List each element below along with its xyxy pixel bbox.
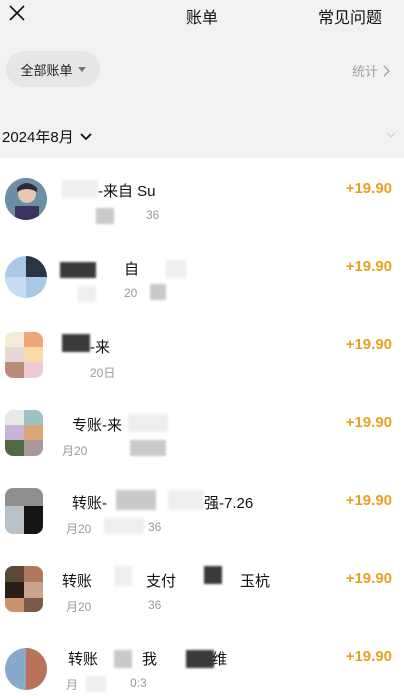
redacted-block xyxy=(114,650,132,668)
redacted-block xyxy=(116,490,156,510)
top-bar: 账单 常见问题 xyxy=(0,0,404,30)
redacted-block xyxy=(128,414,168,432)
redacted-block xyxy=(186,650,214,668)
transaction-title-mid: 支付 xyxy=(146,573,177,590)
redacted-block xyxy=(104,518,144,534)
transaction-amount: +19.90 xyxy=(345,648,392,665)
avatar xyxy=(5,648,47,690)
bill-filter-dropdown[interactable]: 全部账单 xyxy=(6,51,100,87)
transaction-row[interactable]: -来 20日 +19.90 xyxy=(0,314,404,392)
transaction-amount: +19.90 xyxy=(345,336,392,353)
transaction-row[interactable]: 转账 支付 玉杭 月20 36 +19.90 xyxy=(0,548,404,626)
redacted-block xyxy=(62,180,98,198)
transaction-time: 20日 xyxy=(90,366,116,380)
redacted-block xyxy=(150,284,166,300)
avatar xyxy=(5,332,43,378)
avatar xyxy=(5,178,47,220)
transaction-title: 自 xyxy=(124,261,140,278)
transaction-title: -来 xyxy=(90,339,110,356)
redacted-block xyxy=(166,260,186,278)
redacted-block xyxy=(130,440,166,456)
redacted-block xyxy=(204,566,222,584)
transaction-title: 转账- xyxy=(72,495,107,512)
transaction-amount: +19.90 xyxy=(345,492,392,509)
transaction-row[interactable]: 专账-来 月20 +19.90 xyxy=(0,392,404,470)
transaction-title-mid: 我 xyxy=(142,651,158,668)
transaction-row[interactable]: 转账- 强-7.26 月20 36 +19.90 xyxy=(0,470,404,548)
redacted-block xyxy=(96,208,114,224)
stats-label: 统计 xyxy=(351,64,378,79)
caret-down-icon xyxy=(77,66,86,72)
transaction-time-tail: 0:3 xyxy=(130,676,147,690)
transaction-time: 月20 xyxy=(66,600,92,614)
redacted-block xyxy=(86,676,106,692)
bill-filter-label: 全部账单 xyxy=(20,62,73,78)
transaction-amount: +19.90 xyxy=(345,258,392,275)
transaction-row[interactable]: 自 20 +19.90 xyxy=(0,236,404,314)
redacted-block xyxy=(114,566,132,586)
transaction-title-tail: 维 xyxy=(212,651,228,668)
month-section-header: 2024年8月 xyxy=(0,106,404,158)
transaction-title-tail: 玉杭 xyxy=(240,573,271,590)
transaction-title: 转账 xyxy=(62,573,93,590)
month-selector[interactable]: 2024年8月 xyxy=(2,126,92,147)
month-label: 2024年8月 xyxy=(2,129,74,146)
transaction-time: 月20 xyxy=(66,522,92,536)
faq-link[interactable]: 常见问题 xyxy=(318,4,382,28)
transaction-title: 转账 xyxy=(68,651,99,668)
transaction-time: 20 xyxy=(124,286,138,300)
transaction-time: 月 xyxy=(66,678,79,692)
transaction-amount: +19.90 xyxy=(345,414,392,431)
chevron-down-icon xyxy=(386,132,396,138)
transaction-title: -来自 Su xyxy=(98,183,156,200)
transaction-time-tail: 36 xyxy=(148,598,162,612)
avatar xyxy=(5,410,43,456)
chevron-right-icon xyxy=(383,65,390,76)
avatar xyxy=(5,256,47,298)
redacted-block xyxy=(78,286,96,302)
transaction-amount: +19.90 xyxy=(345,180,392,197)
redacted-block xyxy=(168,490,204,510)
chevron-down-icon xyxy=(80,132,92,140)
redacted-block xyxy=(60,262,96,278)
transaction-title: 专账-来 xyxy=(72,417,122,434)
transaction-row[interactable]: -来自 Su 36 +19.90 xyxy=(0,158,404,236)
avatar xyxy=(5,488,43,534)
transaction-time: 月20 xyxy=(62,444,88,458)
filter-bar: 全部账单 统计 xyxy=(0,30,404,106)
stats-link[interactable]: 统计 xyxy=(352,61,390,80)
avatar xyxy=(5,566,43,612)
transaction-time-tail: 36 xyxy=(148,520,162,534)
transaction-time: 36 xyxy=(146,208,160,222)
transaction-amount: +19.90 xyxy=(345,570,392,587)
redacted-block xyxy=(62,334,90,352)
transaction-title-tail: 强-7.26 xyxy=(204,495,254,512)
transaction-row[interactable]: 转账 我 维 月 0:3 +19.90 xyxy=(0,626,404,696)
